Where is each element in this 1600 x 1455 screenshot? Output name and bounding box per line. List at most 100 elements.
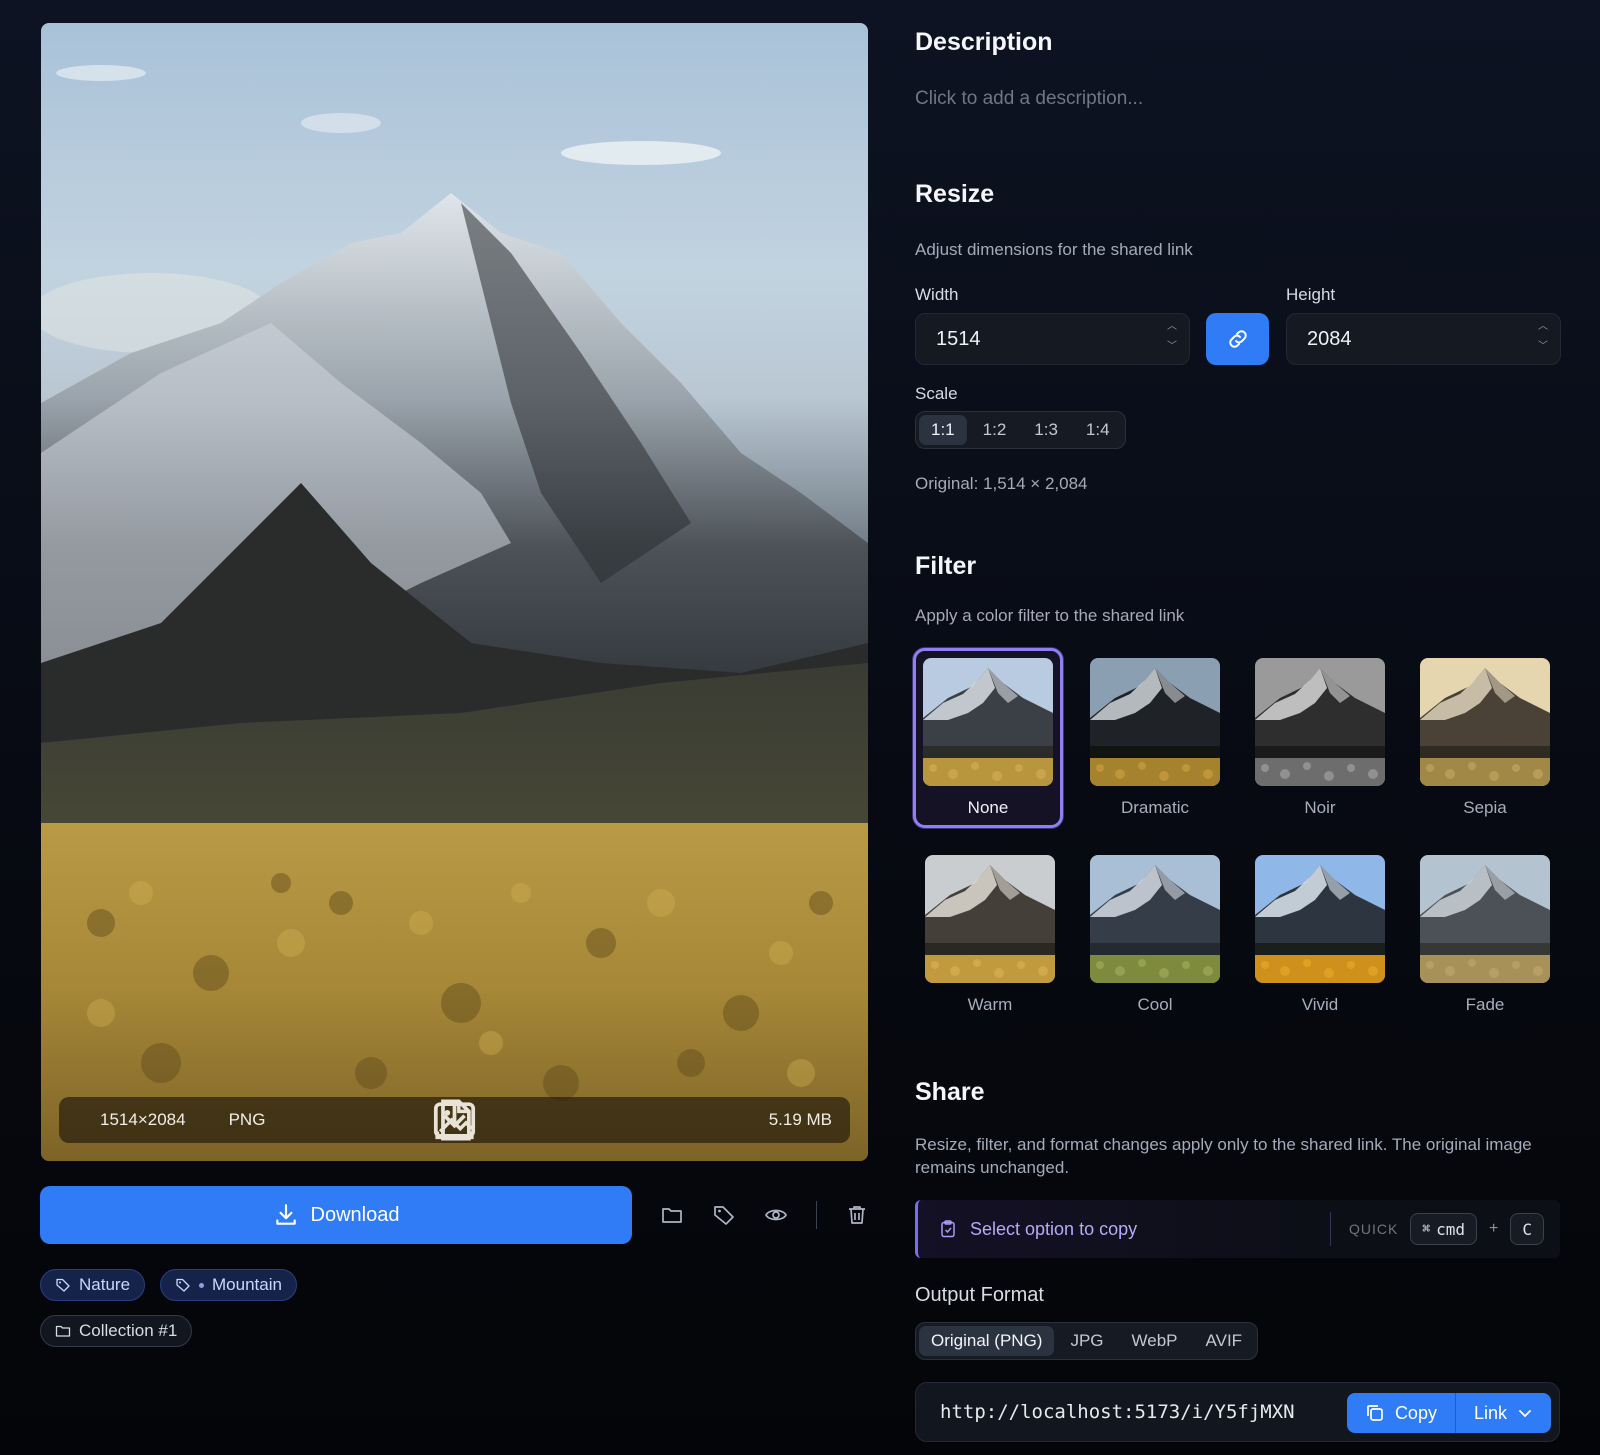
image-meta-bar: 1514×2084 PNG 5.19 MB <box>59 1097 850 1143</box>
folder-icon <box>55 1323 71 1339</box>
filter-thumbnail <box>925 855 1055 983</box>
chevron-up-icon[interactable]: ︿ <box>1167 322 1177 332</box>
filter-label: Vivid <box>1301 995 1339 1014</box>
format-option-original[interactable]: Original (PNG) <box>919 1326 1055 1356</box>
folder-icon[interactable] <box>660 1203 684 1227</box>
collection-chip[interactable]: Collection #1 <box>40 1315 193 1347</box>
scale-option-1-4[interactable]: 1:4 <box>1074 415 1122 445</box>
thumbnail-image <box>1090 658 1220 786</box>
link-icon <box>1226 327 1250 351</box>
scale-label: Scale <box>915 384 958 403</box>
scale-selector: 1:1 1:2 1:3 1:4 <box>915 411 1126 449</box>
format-option-jpg[interactable]: JPG <box>1058 1326 1115 1356</box>
filter-option-warm[interactable]: Warm <box>915 845 1065 1025</box>
filter-label: Noir <box>1304 798 1336 817</box>
filter-heading: Filter <box>915 552 977 580</box>
filter-thumbnail <box>1255 855 1385 983</box>
thumbnail-image <box>1255 658 1385 786</box>
quick-label: QUICK <box>1348 1221 1399 1237</box>
tag-chip-nature[interactable]: Nature <box>40 1269 146 1301</box>
tag-chip-mountain[interactable]: Mountain <box>160 1269 297 1301</box>
copybar-divider <box>1329 1212 1331 1246</box>
share-note: Resize, filter, and format changes apply… <box>915 1135 1532 1177</box>
tag-icon[interactable] <box>712 1203 736 1227</box>
output-format-heading: Output Format <box>915 1284 1044 1306</box>
description-input[interactable]: Click to add a description... <box>915 88 1143 110</box>
chevron-down-icon[interactable]: ﹀ <box>1167 342 1177 352</box>
thumbnail-image <box>1420 658 1550 786</box>
tag-icon <box>175 1277 191 1293</box>
chevron-down-icon <box>1517 1405 1533 1421</box>
filter-option-cool[interactable]: Cool <box>1080 845 1230 1025</box>
filter-option-fade[interactable]: Fade <box>1410 845 1560 1025</box>
clipboard-icon <box>938 1219 958 1239</box>
command-icon: ⌘ <box>1422 1221 1431 1237</box>
shortcut-key-cmd: ⌘ cmd <box>1410 1213 1478 1245</box>
link-type-label: Link <box>1473 1402 1507 1423</box>
filter-thumbnail <box>1420 855 1550 983</box>
filter-label: None <box>967 798 1009 817</box>
trash-icon[interactable] <box>845 1203 869 1227</box>
height-label: Height <box>1286 285 1336 304</box>
height-value: 2084 <box>1307 327 1352 350</box>
height-stepper[interactable]: ︿ ﹀ <box>1538 322 1548 352</box>
copy-prompt: Select option to copy <box>970 1218 1138 1239</box>
tag-icon <box>55 1277 71 1293</box>
original-dimensions: Original: 1,514 × 2,084 <box>915 474 1088 493</box>
tag-label: Mountain <box>212 1275 282 1294</box>
share-url[interactable]: http://localhost:5173/i/Y5fjMXN <box>940 1401 1312 1423</box>
image-preview: 1514×2084 PNG 5.19 MB <box>41 23 868 1161</box>
eye-icon[interactable] <box>764 1203 788 1227</box>
format-option-webp[interactable]: WebP <box>1120 1326 1190 1356</box>
format-option-avif[interactable]: AVIF <box>1194 1326 1255 1356</box>
thumbnail-image <box>1090 855 1220 983</box>
scale-option-1-2[interactable]: 1:2 <box>971 415 1019 445</box>
chevron-up-icon[interactable]: ︿ <box>1538 322 1548 332</box>
shortcut-plus: + <box>1489 1220 1499 1237</box>
download-button[interactable]: Download <box>40 1186 632 1244</box>
filter-label: Dramatic <box>1120 798 1189 817</box>
thumbnail-image <box>925 855 1055 983</box>
share-heading: Share <box>915 1078 985 1106</box>
mountain-photo <box>41 65 868 1161</box>
height-input[interactable]: 2084 ︿ ﹀ <box>1286 313 1561 365</box>
filter-option-dramatic[interactable]: Dramatic <box>1080 648 1230 828</box>
thumbnail-image <box>923 658 1053 786</box>
output-format-selector: Original (PNG) JPG WebP AVIF <box>915 1322 1259 1360</box>
filter-thumbnail <box>1090 855 1220 983</box>
action-row: Download <box>40 1186 870 1244</box>
scale-option-1-1[interactable]: 1:1 <box>919 415 967 445</box>
lock-aspect-button[interactable] <box>1206 313 1269 365</box>
copy-button[interactable]: Copy <box>1347 1393 1455 1433</box>
filter-thumbnail <box>923 658 1053 786</box>
download-small-icon <box>435 1102 762 1140</box>
filter-option-sepia[interactable]: Sepia <box>1410 648 1560 828</box>
filter-option-vivid[interactable]: Vivid <box>1245 845 1395 1025</box>
filter-subtitle: Apply a color filter to the shared link <box>915 606 1185 625</box>
download-icon <box>273 1202 299 1228</box>
filter-thumbnail <box>1090 658 1220 786</box>
copy-option-bar[interactable]: Select option to copy QUICK ⌘ cmd + C <box>915 1200 1560 1258</box>
width-label: Width <box>915 285 959 304</box>
filter-thumbnail <box>1420 658 1550 786</box>
width-stepper[interactable]: ︿ ﹀ <box>1167 322 1177 352</box>
description-heading: Description <box>915 28 1053 56</box>
filter-label: Fade <box>1465 995 1505 1014</box>
copy-button-group: Copy Link <box>1346 1393 1551 1433</box>
shortcut-key-c: C <box>1510 1213 1544 1245</box>
filter-label: Sepia <box>1463 798 1507 817</box>
filter-label: Cool <box>1137 995 1173 1014</box>
collection-label: Collection #1 <box>79 1321 178 1340</box>
link-type-dropdown[interactable]: Link <box>1456 1393 1551 1433</box>
nested-tag-dot <box>199 1282 204 1288</box>
width-input[interactable]: 1514 ︿ ﹀ <box>915 313 1190 365</box>
width-value: 1514 <box>936 327 981 350</box>
resize-heading: Resize <box>915 180 995 208</box>
copy-icon <box>1365 1403 1385 1423</box>
scale-option-1-3[interactable]: 1:3 <box>1022 415 1070 445</box>
chevron-down-icon[interactable]: ﹀ <box>1538 342 1548 352</box>
filter-option-none[interactable]: None <box>913 648 1063 828</box>
copy-label: Copy <box>1394 1402 1437 1423</box>
filter-option-noir[interactable]: Noir <box>1245 648 1395 828</box>
filter-label: Warm <box>967 995 1013 1014</box>
